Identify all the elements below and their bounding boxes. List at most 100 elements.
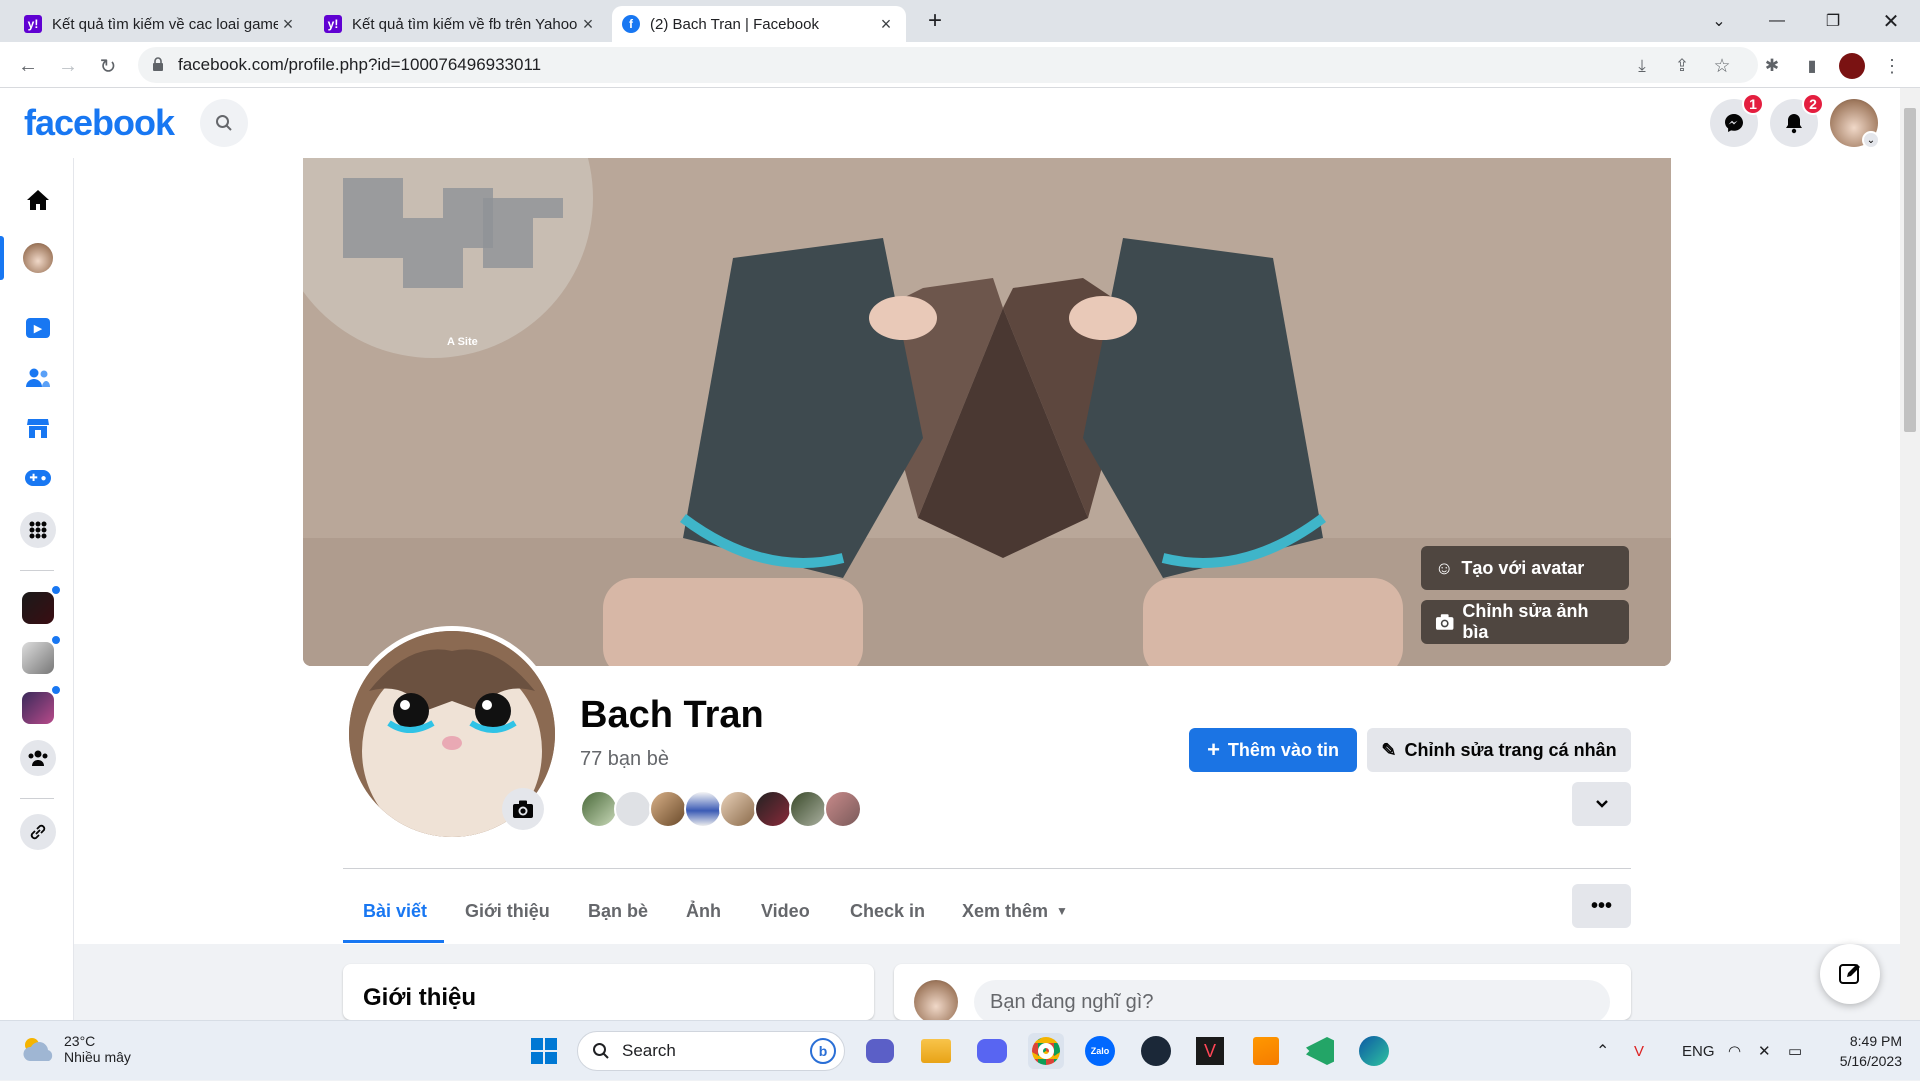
- browser-tab[interactable]: y! Kết quả tìm kiếm về cac loai game ×: [14, 6, 308, 42]
- tab-title: Kết quả tìm kiếm về cac loai game: [52, 15, 278, 33]
- file-explorer-icon[interactable]: [918, 1033, 954, 1069]
- valorant-icon[interactable]: V: [1192, 1033, 1228, 1069]
- wifi-icon[interactable]: ◠: [1728, 1021, 1741, 1081]
- more-options-chevron-button[interactable]: [1572, 782, 1631, 826]
- messenger-icon[interactable]: 1: [1710, 93, 1764, 147]
- install-icon[interactable]: ⤓: [1628, 52, 1656, 80]
- forward-icon[interactable]: →: [54, 52, 82, 80]
- profile-avatar-icon[interactable]: [20, 240, 56, 276]
- tab-check-in[interactable]: Check in: [850, 880, 925, 942]
- gaming-icon[interactable]: ✚ ●: [20, 460, 56, 496]
- tab-photos[interactable]: Ảnh: [686, 880, 721, 942]
- active-tab-underline: [343, 940, 444, 943]
- show-hidden-icons[interactable]: ⌃: [1596, 1021, 1609, 1081]
- zalo-icon[interactable]: Zalo: [1082, 1033, 1118, 1069]
- tab-search-icon[interactable]: ⌄: [1694, 0, 1744, 42]
- marketplace-icon[interactable]: [20, 410, 56, 446]
- back-icon[interactable]: ←: [14, 52, 42, 80]
- new-tab-icon[interactable]: +: [910, 0, 960, 42]
- chrome-icon[interactable]: [1028, 1033, 1064, 1069]
- friend-avatar[interactable]: [649, 790, 687, 828]
- tab-posts[interactable]: Bài viết: [363, 880, 427, 942]
- friend-avatar[interactable]: [824, 790, 862, 828]
- yahoo-icon: y!: [324, 15, 342, 33]
- minimize-icon[interactable]: —: [1752, 0, 1802, 42]
- browser-tab-active[interactable]: f (2) Bach Tran | Facebook ×: [612, 6, 906, 42]
- group-shortcut-2[interactable]: [20, 634, 62, 676]
- vscode-icon[interactable]: [1302, 1033, 1338, 1069]
- link-icon[interactable]: [20, 814, 56, 850]
- maximize-icon[interactable]: ❐: [1808, 0, 1858, 42]
- steam-icon[interactable]: [1138, 1033, 1174, 1069]
- account-avatar[interactable]: ⌄: [1830, 99, 1880, 149]
- friend-avatar[interactable]: [719, 790, 757, 828]
- intro-card: Giới thiệu: [343, 964, 874, 1020]
- new-message-icon[interactable]: [1820, 944, 1880, 1004]
- add-to-story-label: Thêm vào tin: [1227, 739, 1339, 760]
- taskbar: 23°C Nhiều mây Search b Zalo V ⌃ V ENG ◠…: [0, 1020, 1920, 1080]
- friend-avatar[interactable]: [614, 790, 652, 828]
- volume-muted-icon[interactable]: ✕: [1758, 1021, 1771, 1081]
- add-to-story-button[interactable]: + Thêm vào tin: [1189, 728, 1357, 772]
- clock-time: 8:49 PM: [1849, 1033, 1902, 1049]
- friend-avatar[interactable]: [580, 790, 618, 828]
- menu-grid-icon[interactable]: [20, 512, 56, 548]
- sublime-icon[interactable]: [1248, 1033, 1284, 1069]
- vanguard-tray-icon[interactable]: V: [1634, 1021, 1644, 1081]
- close-tab-icon[interactable]: ×: [876, 14, 896, 35]
- edit-profile-button[interactable]: ✎ Chỉnh sửa trang cá nhân: [1367, 728, 1631, 772]
- edge-icon[interactable]: [1356, 1033, 1392, 1069]
- taskbar-search-label: Search: [622, 1041, 676, 1060]
- friend-avatar[interactable]: [754, 790, 792, 828]
- windows-start-icon[interactable]: [526, 1033, 562, 1069]
- weather-widget[interactable]: 23°C Nhiều mây: [20, 1033, 131, 1065]
- discord-icon[interactable]: [974, 1033, 1010, 1069]
- whats-on-your-mind-input[interactable]: Bạn đang nghĩ gì?: [974, 980, 1610, 1024]
- meet-icon[interactable]: [862, 1033, 898, 1069]
- friends-icon[interactable]: [20, 360, 56, 396]
- friends-count[interactable]: 77 bạn bè: [580, 748, 669, 771]
- home-icon[interactable]: [20, 182, 56, 218]
- group-shortcut-3[interactable]: [20, 684, 62, 726]
- battery-icon[interactable]: ▭: [1788, 1021, 1802, 1081]
- browser-tab[interactable]: y! Kết quả tìm kiếm về fb trên Yahoo ×: [314, 6, 608, 42]
- intro-title: Giới thiệu: [363, 984, 477, 1011]
- composer-avatar[interactable]: [914, 980, 958, 1024]
- extensions-icon[interactable]: ✱: [1758, 52, 1786, 80]
- menu-icon[interactable]: ⋮: [1878, 52, 1906, 80]
- profile-name: Bach Tran: [580, 694, 764, 736]
- close-tab-icon[interactable]: ×: [278, 14, 298, 35]
- address-bar[interactable]: facebook.com/profile.php?id=100076496933…: [138, 47, 1758, 83]
- friend-avatar[interactable]: [684, 790, 722, 828]
- bing-icon[interactable]: b: [810, 1038, 836, 1064]
- side-panel-icon[interactable]: ▮: [1798, 52, 1826, 80]
- bookmark-star-icon[interactable]: ☆: [1708, 52, 1736, 80]
- taskbar-search[interactable]: Search b: [577, 1031, 845, 1071]
- profile-icon[interactable]: [1838, 52, 1866, 80]
- more-menu-button[interactable]: •••: [1572, 884, 1631, 928]
- reload-icon[interactable]: ↻: [94, 52, 122, 80]
- share-icon[interactable]: ⇪: [1668, 52, 1696, 80]
- groups-icon[interactable]: [20, 740, 56, 776]
- update-avatar-camera-icon[interactable]: [502, 788, 544, 830]
- tab-see-more[interactable]: Xem thêm ▼: [962, 880, 1068, 942]
- facebook-logo[interactable]: facebook: [24, 102, 175, 144]
- notifications-bell-icon[interactable]: 2: [1770, 93, 1824, 147]
- tab-videos[interactable]: Video: [761, 880, 810, 942]
- create-avatar-button[interactable]: ☺ Tạo với avatar: [1421, 546, 1629, 590]
- tab-about[interactable]: Giới thiệu: [465, 880, 550, 942]
- composer-card: Bạn đang nghĩ gì?: [894, 964, 1631, 1024]
- edit-cover-button[interactable]: Chỉnh sửa ảnh bìa: [1421, 600, 1629, 644]
- clock[interactable]: 8:49 PM 5/16/2023: [1818, 1031, 1902, 1071]
- language-indicator[interactable]: ENG: [1682, 1021, 1715, 1081]
- watch-icon[interactable]: ▶: [20, 310, 56, 346]
- cover-photo[interactable]: A Site ☺ Tạo với avatar Chỉnh sửa ảnh bì…: [303, 158, 1671, 666]
- friend-avatar[interactable]: [789, 790, 827, 828]
- scrollbar-thumb[interactable]: [1904, 108, 1916, 432]
- group-shortcut-1[interactable]: [20, 584, 62, 626]
- tab-friends[interactable]: Bạn bè: [588, 880, 648, 942]
- close-window-icon[interactable]: ✕: [1866, 0, 1916, 42]
- close-tab-icon[interactable]: ×: [578, 14, 598, 35]
- search-icon[interactable]: [200, 99, 248, 147]
- divider: [20, 570, 54, 571]
